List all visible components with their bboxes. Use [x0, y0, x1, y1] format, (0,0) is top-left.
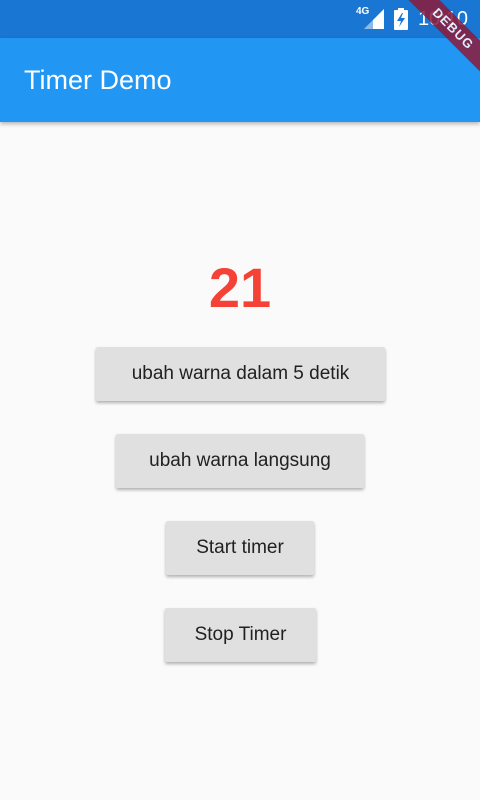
change-color-delayed-button[interactable]: ubah warna dalam 5 detik [96, 347, 385, 401]
status-bar: 4G 10:10 [0, 0, 480, 38]
change-color-now-button[interactable]: ubah warna langsung [116, 434, 364, 488]
network-indicator: 4G [356, 7, 384, 31]
app-bar: Timer Demo [0, 38, 480, 122]
stop-timer-button[interactable]: Stop Timer [165, 608, 316, 662]
signal-icon [363, 9, 384, 29]
app-title: Timer Demo [24, 65, 172, 95]
timer-counter: 21 [208, 256, 272, 319]
battery-charging-icon [393, 8, 408, 30]
start-timer-button[interactable]: Start timer [166, 521, 314, 575]
